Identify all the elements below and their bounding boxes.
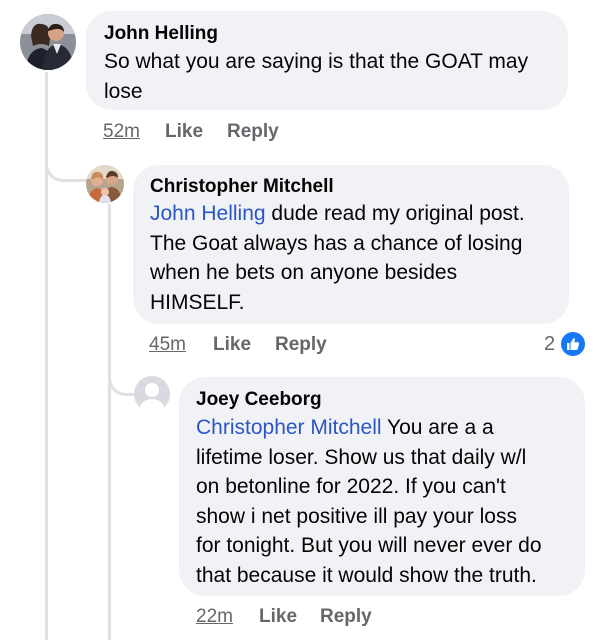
- avatar[interactable]: [86, 165, 124, 203]
- comment-text-line: on betonline for 2022. If you can't: [196, 475, 506, 498]
- avatar[interactable]: [20, 14, 76, 70]
- reaction-summary[interactable]: 2: [544, 332, 586, 356]
- comment-text: Christopher Mitchell You are a a lifetim…: [196, 413, 582, 590]
- comment-author[interactable]: Joey Ceeborg: [196, 389, 322, 411]
- reaction-count: 2: [544, 332, 556, 355]
- like-button[interactable]: Like: [259, 606, 297, 628]
- comment-text: So what you are saying is that the GOAT …: [104, 47, 564, 106]
- comment-text-line: that because it would show the truth.: [196, 563, 537, 587]
- reply-button[interactable]: Reply: [320, 606, 372, 628]
- like-button[interactable]: Like: [213, 334, 251, 356]
- comment-thread: John Helling So what you are saying is t…: [0, 0, 596, 640]
- comment-text: John Helling dude read my original post.…: [150, 199, 564, 317]
- thumbs-up-icon: [561, 332, 586, 356]
- profile-photo-couple: [20, 14, 76, 70]
- reply-button[interactable]: Reply: [275, 334, 327, 356]
- comment-timestamp[interactable]: 22m: [196, 606, 233, 628]
- comment-text-line: lifetime loser. Show us that daily w/l: [196, 445, 527, 469]
- comment-timestamp[interactable]: 45m: [149, 334, 186, 356]
- avatar[interactable]: [134, 376, 170, 412]
- mention-link[interactable]: John Helling: [150, 202, 266, 225]
- comment-text-line: So what you are saying is that the GOAT …: [104, 50, 529, 73]
- thread-line-nested: [108, 204, 111, 640]
- comment-author[interactable]: John Helling: [104, 23, 218, 45]
- comment-text-line: HIMSELF.: [150, 290, 245, 314]
- comment-actions: 52m Like Reply: [103, 121, 403, 145]
- comment-text-line: lose: [104, 79, 143, 103]
- like-button[interactable]: Like: [165, 121, 203, 143]
- person-silhouette-icon: [134, 376, 170, 412]
- comment-text-line: You are a a: [381, 416, 494, 439]
- comment-actions: 45m Like Reply: [149, 334, 449, 358]
- comment-text-line: The Goat always has a chance of losing: [150, 231, 523, 255]
- mention-link[interactable]: Christopher Mitchell: [196, 416, 382, 439]
- comment-text-line: for tonight. But you will never ever do: [196, 534, 542, 557]
- comment-text-line: when he bets on anyone besides: [150, 261, 458, 284]
- reply-button[interactable]: Reply: [227, 121, 279, 143]
- profile-photo-group: [86, 165, 124, 203]
- thread-line-branch: [45, 150, 93, 182]
- comment-timestamp[interactable]: 52m: [103, 121, 140, 143]
- comment-author[interactable]: Christopher Mitchell: [150, 176, 334, 198]
- comment-text-line: dude read my original post.: [265, 202, 525, 225]
- comment-text-line: show i net positive ill pay your loss: [196, 504, 517, 528]
- comment-actions: 22m Like Reply: [196, 606, 496, 630]
